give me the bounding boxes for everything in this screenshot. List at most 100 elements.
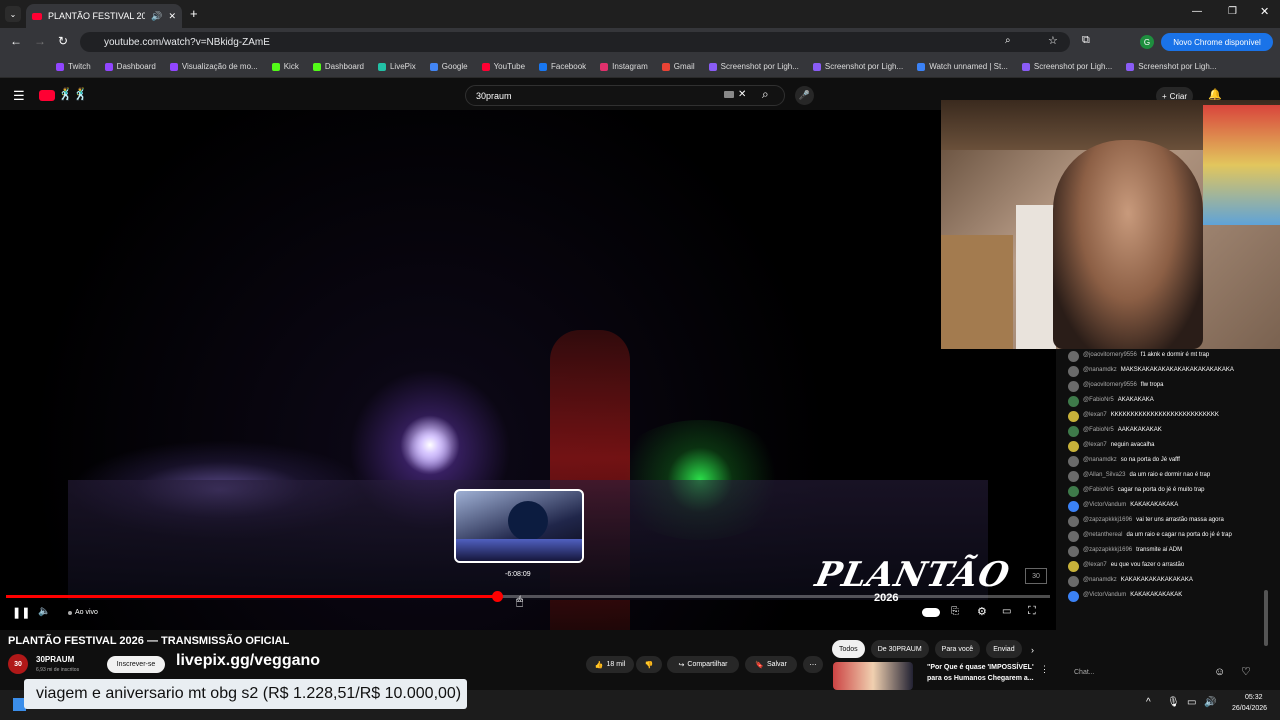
chat-author[interactable]: @FabioNr5 <box>1083 397 1114 403</box>
bookmark-item[interactable]: Google <box>429 62 468 71</box>
like-button[interactable]: 👍 18 mil <box>586 656 634 673</box>
chat-author[interactable]: @joaovitornery9556 <box>1083 352 1137 358</box>
bookmark-item[interactable]: Screenshot por Ligh... <box>812 62 903 71</box>
address-bar[interactable]: youtube.com/watch?v=NBkidg-ZAmE <box>80 32 1070 52</box>
channel-watermark[interactable]: 30 <box>1025 568 1047 584</box>
settings-icon[interactable]: ⚙ <box>977 605 987 618</box>
chat-author[interactable]: @zapzapkkkj1696 <box>1083 517 1132 523</box>
pause-icon[interactable]: ❚❚ <box>12 606 30 619</box>
bookmark-item[interactable]: Gmail <box>661 62 695 71</box>
chat-author[interactable]: @nanamdkz <box>1083 577 1117 583</box>
zoom-icon[interactable]: ⌕ <box>1005 35 1011 46</box>
chat-author[interactable]: @FabioNr5 <box>1083 427 1114 433</box>
filter-chip[interactable]: De 30PRAUM <box>870 640 929 658</box>
fullscreen-icon[interactable]: ⛶ <box>1028 605 1036 618</box>
tray-chevron-icon[interactable]: ^ <box>1146 697 1151 708</box>
voice-search-icon[interactable]: 🎤 <box>795 86 814 105</box>
extensions-icon[interactable]: ⧉ <box>1082 34 1090 47</box>
microphone-tray-icon[interactable]: 🎙 <box>1167 697 1180 708</box>
dislike-button[interactable]: 👎 <box>636 656 662 673</box>
bookmark-item[interactable]: Visualização de mo... <box>169 62 258 71</box>
network-icon[interactable]: ▭ <box>1187 697 1196 708</box>
chips-next-icon[interactable]: › <box>1031 645 1034 655</box>
chat-author[interactable]: @joaovitornery9556 <box>1083 382 1137 388</box>
clock-date[interactable]: 26/04/2026 <box>1232 705 1267 712</box>
chat-avatar[interactable] <box>1068 516 1079 527</box>
chat-avatar[interactable] <box>1068 531 1079 542</box>
more-actions-button[interactable]: ⋯ <box>803 656 823 673</box>
chat-author[interactable]: @Allan_Silva23 <box>1083 472 1125 478</box>
bookmark-item[interactable]: Screenshot por Ligh... <box>1126 62 1216 71</box>
restore-icon[interactable]: ❐ <box>1228 6 1237 17</box>
chat-avatar[interactable] <box>1068 351 1079 362</box>
close-tab-icon[interactable]: ✕ <box>168 11 176 22</box>
filter-chip[interactable]: Para você <box>934 640 981 658</box>
search-icon[interactable]: ⌕ <box>762 87 769 102</box>
heart-icon[interactable]: ♡ <box>1241 665 1251 678</box>
progress-scrubber[interactable] <box>492 591 503 602</box>
bookmark-item[interactable]: Facebook <box>539 62 586 71</box>
share-button[interactable]: ↪ Compartilhar <box>667 656 739 673</box>
chat-avatar[interactable] <box>1068 576 1079 587</box>
chat-avatar[interactable] <box>1068 366 1079 377</box>
chat-avatar[interactable] <box>1068 426 1079 437</box>
active-tab[interactable]: PLANTÃO FESTIVAL 2026 - 🔊 ✕ <box>26 4 182 28</box>
subtitles-icon[interactable]: ⎘ <box>951 606 959 617</box>
bookmark-item[interactable]: Dashboard <box>312 62 364 71</box>
chat-avatar[interactable] <box>1068 501 1079 512</box>
new-tab-button[interactable]: + <box>190 6 198 21</box>
bookmark-item[interactable]: Instagram <box>600 62 648 71</box>
subscribe-button[interactable]: Inscrever-se <box>107 656 165 673</box>
clear-search-icon[interactable]: ✕ <box>738 89 746 100</box>
chat-author[interactable]: @VictorVandum <box>1083 592 1126 598</box>
emoji-icon[interactable]: ☺ <box>1214 666 1225 678</box>
chat-avatar[interactable] <box>1068 456 1079 467</box>
profile-avatar[interactable]: G <box>1140 35 1154 49</box>
chat-input[interactable]: Chat... <box>1068 664 1204 680</box>
filter-chip[interactable]: Enviad <box>986 640 1022 658</box>
chat-author[interactable]: @FabioNr5 <box>1083 487 1114 493</box>
bookmark-item[interactable]: LivePix <box>377 62 416 71</box>
chat-avatar[interactable] <box>1068 411 1079 422</box>
chat-author[interactable]: @lexan7 <box>1083 442 1107 448</box>
recommendation-title-line1[interactable]: "Por Que é quase 'IMPOSSÍVEL' <box>927 664 1034 671</box>
volume-icon[interactable]: 🔈 <box>38 606 50 617</box>
theater-mode-icon[interactable]: ▭ <box>1002 606 1011 617</box>
audio-icon[interactable]: 🔊 <box>151 11 162 22</box>
chat-author[interactable]: @lexan7 <box>1083 562 1107 568</box>
keyboard-icon[interactable] <box>724 91 734 98</box>
chat-avatar[interactable] <box>1068 561 1079 572</box>
bookmark-star-icon[interactable]: ☆ <box>1048 34 1058 47</box>
autoplay-toggle[interactable] <box>922 608 940 617</box>
chat-avatar[interactable] <box>1068 471 1079 482</box>
live-indicator[interactable]: Ao vivo <box>68 609 98 616</box>
reload-icon[interactable]: ↻ <box>58 34 68 48</box>
bookmark-item[interactable]: YouTube <box>481 62 525 71</box>
chat-avatar[interactable] <box>1068 486 1079 497</box>
channel-avatar[interactable]: 30 <box>8 654 28 674</box>
chat-author[interactable]: @netanthereal <box>1083 532 1122 538</box>
chat-avatar[interactable] <box>1068 396 1079 407</box>
chat-avatar[interactable] <box>1068 441 1079 452</box>
search-input[interactable]: 30praum ✕ ⌕ <box>465 85 785 106</box>
back-icon[interactable]: ← <box>10 34 22 48</box>
bookmark-item[interactable]: Kick <box>271 62 299 71</box>
chat-author[interactable]: @nanamdkz <box>1083 367 1117 373</box>
forward-icon[interactable]: → <box>34 34 46 48</box>
save-button[interactable]: 🔖 Salvar <box>745 656 797 673</box>
bookmark-item[interactable]: Twitch <box>56 62 91 71</box>
clock-time[interactable]: 05:32 <box>1245 694 1263 701</box>
chat-author[interactable]: @VictorVandum <box>1083 502 1126 508</box>
menu-icon[interactable]: ☰ <box>13 88 25 104</box>
update-chrome-button[interactable]: Novo Chrome disponível <box>1161 33 1273 51</box>
speaker-tray-icon[interactable]: 🔊 <box>1204 697 1216 708</box>
channel-name[interactable]: 30PRAUM <box>36 655 74 664</box>
chat-avatar[interactable] <box>1068 381 1079 392</box>
chat-avatar[interactable] <box>1068 546 1079 557</box>
bookmark-item[interactable]: Screenshot por Ligh... <box>708 62 799 71</box>
recommendation-menu-icon[interactable]: ⋮ <box>1040 664 1049 675</box>
chat-author[interactable]: @lexan7 <box>1083 412 1107 418</box>
recommendation-title-line2[interactable]: para os Humanos Chegarem a... <box>927 675 1034 682</box>
bookmark-item[interactable]: Dashboard <box>104 62 156 71</box>
youtube-logo-icon[interactable] <box>39 90 55 101</box>
